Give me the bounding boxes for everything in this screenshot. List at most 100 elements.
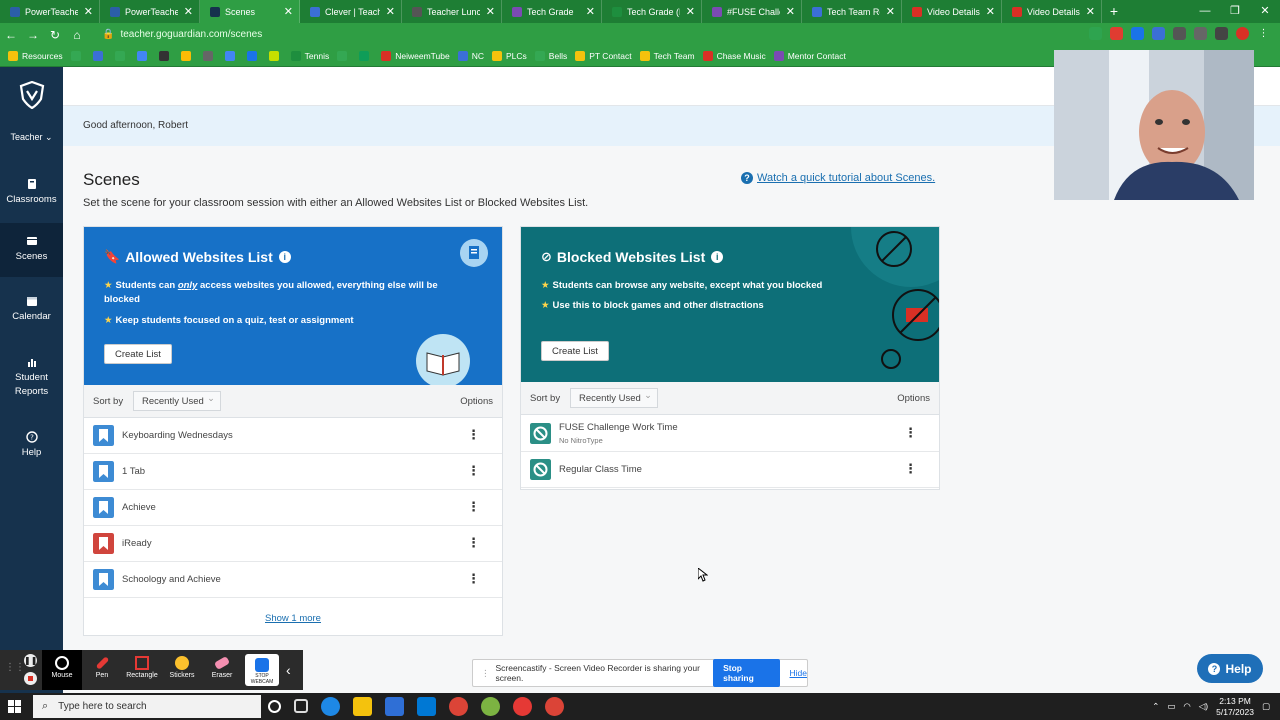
chevron-up-icon[interactable]: ⌃ xyxy=(1152,701,1159,712)
pen-tool[interactable]: Pen xyxy=(82,650,122,690)
hide-button[interactable]: Hide xyxy=(790,668,807,678)
info-icon[interactable]: i xyxy=(711,251,724,263)
bookmark-item[interactable] xyxy=(224,51,239,61)
allowed-sort-select[interactable]: Recently Used xyxy=(133,389,221,411)
bookmark-item[interactable] xyxy=(359,51,373,61)
edge-icon[interactable] xyxy=(321,697,340,716)
help-chat-button[interactable]: ? Help xyxy=(1197,654,1263,683)
minimize-icon[interactable]: — xyxy=(1190,0,1220,23)
profile-avatar-icon[interactable] xyxy=(1236,27,1249,40)
bookmark-item[interactable]: NeiweemTube xyxy=(381,51,450,61)
extension-icon[interactable] xyxy=(1089,27,1102,40)
bookmark-item[interactable] xyxy=(246,51,261,61)
back-icon[interactable]: ← xyxy=(0,28,22,42)
mouse-tool[interactable]: Mouse xyxy=(42,650,82,690)
bookmark-item[interactable] xyxy=(180,51,195,61)
eraser-tool[interactable]: Eraser xyxy=(202,650,242,690)
task-view-icon[interactable] xyxy=(294,699,308,713)
volume-icon[interactable]: ◁) xyxy=(1199,701,1208,712)
drag-handle-icon[interactable]: ⋮⋮ xyxy=(5,662,25,673)
kebab-menu-icon[interactable]: ⋮ xyxy=(904,426,917,440)
rectangle-tool[interactable]: Rectangle xyxy=(122,650,162,690)
bookmark-item[interactable]: Resources xyxy=(8,51,63,61)
stickers-tool[interactable]: Stickers xyxy=(162,650,202,690)
bookmark-item[interactable]: Tech Team xyxy=(639,51,695,61)
allowed-list-row[interactable]: Achieve ⋮ xyxy=(84,490,502,526)
goguardian-shield-logo-icon[interactable] xyxy=(19,81,45,109)
bookmark-item[interactable] xyxy=(136,51,151,61)
app-icon[interactable] xyxy=(513,697,532,716)
blocked-list-row[interactable]: FUSE Challenge Work Time No NitroType ⋮ xyxy=(521,416,939,452)
info-icon[interactable]: i xyxy=(278,251,291,263)
collapse-chevron-icon[interactable]: ‹ xyxy=(286,662,291,678)
close-window-icon[interactable]: ✕ xyxy=(1250,0,1280,23)
puzzle-icon[interactable] xyxy=(1173,27,1186,40)
browser-tab[interactable]: Video Details - ✕ xyxy=(1002,0,1102,23)
taskbar-clock[interactable]: 2:13 PM 5/17/2023 xyxy=(1216,696,1254,718)
stop-webcam-button[interactable]: STOP WEBCAM xyxy=(245,654,279,686)
bookmark-item[interactable]: Chase Music xyxy=(702,51,766,61)
new-tab-icon[interactable]: + xyxy=(1102,0,1126,23)
tab-close-icon[interactable]: ✕ xyxy=(184,5,193,18)
bookmark-item[interactable] xyxy=(70,51,85,61)
store-icon[interactable] xyxy=(385,697,404,716)
tab-close-icon[interactable]: ✕ xyxy=(1086,5,1095,18)
blocked-sort-select[interactable]: Recently Used xyxy=(570,386,658,408)
allowed-list-row[interactable]: iReady ⋮ xyxy=(84,526,502,562)
browser-tab[interactable]: Scenes ✕ xyxy=(200,0,300,23)
battery-icon[interactable]: ▭ xyxy=(1167,701,1175,712)
bookmark-item[interactable] xyxy=(158,51,173,61)
tab-close-icon[interactable]: ✕ xyxy=(986,5,995,18)
tab-close-icon[interactable]: ✕ xyxy=(284,5,293,18)
browser-tab[interactable]: Teacher Lunch T ✕ xyxy=(402,0,502,23)
blocked-list-row[interactable]: Regular Class Time ⋮ xyxy=(521,452,939,488)
browser-tab[interactable]: PowerTeacher P ✕ xyxy=(100,0,200,23)
tab-close-icon[interactable]: ✕ xyxy=(386,5,395,18)
tab-close-icon[interactable]: ✕ xyxy=(886,5,895,18)
bookmark-item[interactable] xyxy=(114,51,129,61)
sidebar-item-help[interactable]: ? Help xyxy=(0,429,63,465)
mail-icon[interactable] xyxy=(417,697,436,716)
tutorial-link[interactable]: ? Watch a quick tutorial about Scenes. xyxy=(741,172,935,184)
kebab-menu-icon[interactable]: ⋮ xyxy=(467,500,480,514)
bookmark-item[interactable] xyxy=(337,51,351,61)
allowed-list-row[interactable]: Keyboarding Wednesdays ⋮ xyxy=(84,418,502,454)
show-more-link[interactable]: Show 1 more xyxy=(84,613,502,624)
chrome-icon[interactable] xyxy=(545,697,564,716)
bookmark-item[interactable]: Bells xyxy=(534,51,567,61)
teacher-dropdown[interactable]: Teacher ⌄ xyxy=(0,132,63,143)
tab-close-icon[interactable]: ✕ xyxy=(84,5,93,18)
taskbar-search-input[interactable]: ⌕ Type here to search xyxy=(33,695,261,718)
home-icon[interactable]: ⌂ xyxy=(66,28,88,42)
kebab-menu-icon[interactable]: ⋮ xyxy=(904,462,917,476)
bookmark-item[interactable] xyxy=(202,51,217,61)
stop-sharing-button[interactable]: Stop sharing xyxy=(713,659,780,687)
bookmark-item[interactable]: PT Contact xyxy=(575,51,632,61)
bookmark-item[interactable]: Tennis xyxy=(290,51,329,61)
bookmark-item[interactable]: Mentor Contact xyxy=(773,51,846,61)
browser-tab[interactable]: Tech Team Reso ✕ xyxy=(802,0,902,23)
allowed-list-row[interactable]: Schoology and Achieve ⋮ xyxy=(84,562,502,598)
reload-icon[interactable]: ↻ xyxy=(44,28,66,42)
kebab-menu-icon[interactable]: ⋮ xyxy=(467,536,480,550)
sidebar-item-calendar[interactable]: Calendar xyxy=(0,293,63,337)
tab-close-icon[interactable]: ✕ xyxy=(786,5,795,18)
cortana-icon[interactable] xyxy=(268,700,281,713)
browser-tab[interactable]: #FUSE Challeng ✕ xyxy=(702,0,802,23)
bookmark-item[interactable] xyxy=(268,51,283,61)
network-icon[interactable]: ◠ xyxy=(1183,701,1190,712)
extension-icon[interactable] xyxy=(1110,27,1123,40)
browser-tab[interactable]: Video Details - ✕ xyxy=(902,0,1002,23)
sidebar-item-student-reports[interactable]: Student Reports xyxy=(0,354,63,404)
tab-close-icon[interactable]: ✕ xyxy=(586,5,595,18)
tab-close-icon[interactable]: ✕ xyxy=(486,5,495,18)
chrome-icon[interactable] xyxy=(449,697,468,716)
url-field[interactable]: 🔒 teacher.goguardian.com/scenes xyxy=(102,29,262,40)
app-icon[interactable] xyxy=(481,697,500,716)
bookmark-item[interactable]: NC xyxy=(457,51,484,61)
reading-list-icon[interactable] xyxy=(1194,27,1207,40)
allowed-list-row[interactable]: 1 Tab ⋮ xyxy=(84,454,502,490)
kebab-menu-icon[interactable]: ⋮ xyxy=(467,428,480,442)
browser-tab[interactable]: Tech Grade ✕ xyxy=(502,0,602,23)
forward-icon[interactable]: → xyxy=(22,28,44,42)
